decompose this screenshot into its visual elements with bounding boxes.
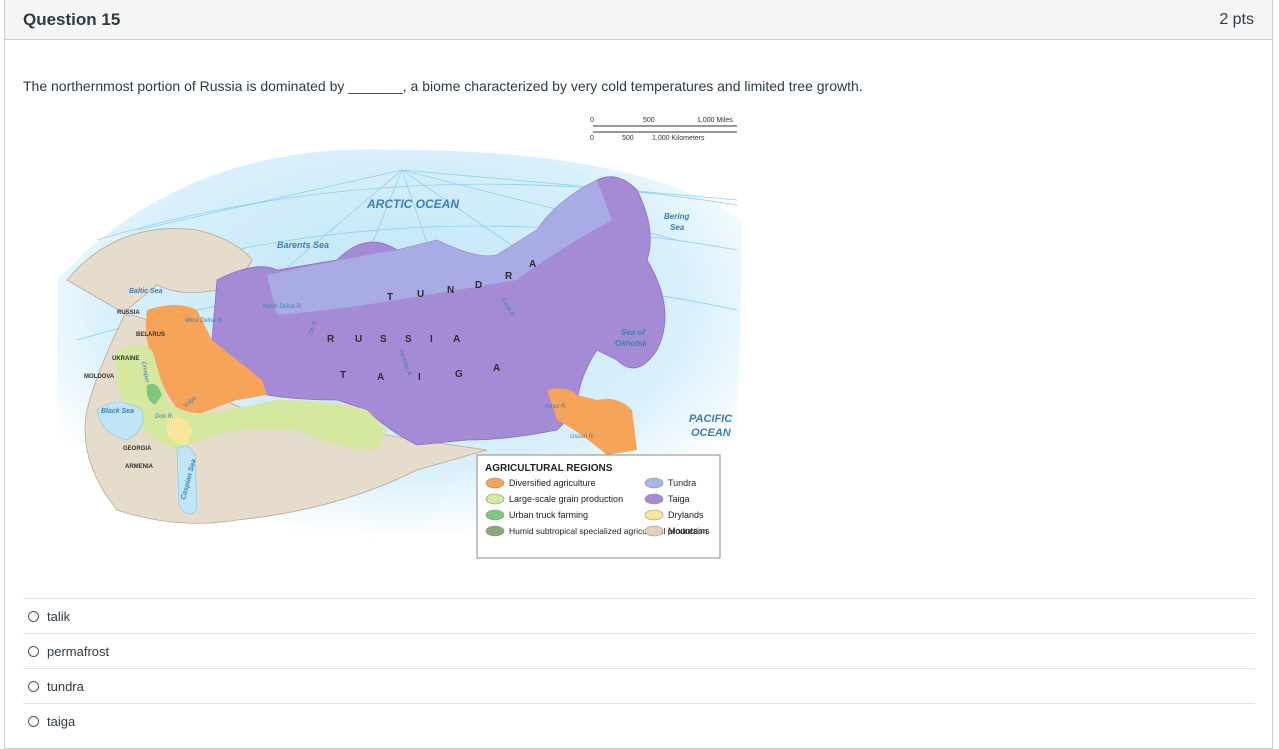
label-black-sea: Black Sea — [101, 408, 134, 415]
tundra-letter-5: R — [505, 271, 513, 282]
label-west-dvina: West Dvina R. — [185, 318, 223, 324]
legend-swatch-subtropical — [485, 525, 505, 537]
scale-km-500: 500 — [622, 135, 634, 142]
label-arctic-ocean: ARCTIC OCEAN — [366, 197, 459, 211]
answer-option-talik[interactable]: talik — [23, 598, 1255, 633]
answer-option-taiga[interactable]: taiga — [23, 703, 1255, 738]
label-baltic-sea: Baltic Sea — [129, 288, 163, 295]
scale-miles-1000: 1,000 Miles — [697, 117, 733, 124]
question-card: Question 15 2 pts The northernmost porti… — [4, 0, 1273, 749]
tundra-letter-6: A — [529, 259, 536, 270]
label-georgia: GEORGIA — [123, 446, 152, 452]
label-pacific-2: OCEAN — [691, 427, 732, 439]
answer-option-permafrost[interactable]: permafrost — [23, 633, 1255, 668]
legend-label-drylands: Drylands — [668, 510, 704, 520]
label-amur: Amur R. — [544, 404, 567, 410]
question-points: 2 pts — [1219, 10, 1254, 28]
answer-list: talik permafrost tundra taiga — [23, 598, 1255, 738]
label-ukraine: UKRAINE — [112, 356, 139, 362]
legend-swatch-tundra — [644, 477, 664, 489]
legend-label-truck: Urban truck farming — [509, 510, 588, 520]
question-header: Question 15 2 pts — [5, 0, 1272, 40]
label-bering: Bering — [664, 212, 689, 221]
legend-label-mountains: Mountains — [668, 526, 710, 536]
label-okhotsk: Sea of — [621, 328, 646, 337]
answer-label: talik — [47, 608, 71, 624]
scale-miles-500: 500 — [643, 117, 655, 124]
label-pacific: PACIFIC — [689, 413, 733, 425]
legend-label-diversified: Diversified agriculture — [509, 478, 596, 488]
answer-option-tundra[interactable]: tundra — [23, 668, 1255, 703]
radio-button[interactable] — [28, 715, 39, 727]
label-barents-sea: Barents Sea — [277, 240, 329, 250]
legend-label-grain: Large-scale grain production — [509, 494, 623, 504]
label-don: Don R. — [155, 414, 174, 420]
tundra-letter-2: U — [417, 289, 424, 300]
label-bering-2: Sea — [670, 223, 685, 232]
russia-letter-1: R — [327, 334, 335, 345]
taiga-letter-5: A — [493, 363, 500, 374]
taiga-letter-1: T — [340, 370, 346, 381]
russia-agriculture-map: 0 500 1,000 Miles 0 500 1,000 Kilometers… — [37, 110, 747, 560]
legend-swatch-taiga — [644, 493, 664, 505]
russia-letter-5: I — [430, 334, 433, 345]
map-legend: AGRICULTURAL REGIONS Diversified agricul… — [476, 454, 721, 559]
scale-km-0: 0 — [590, 135, 594, 142]
legend-swatch-truck — [485, 509, 505, 521]
radio-button[interactable] — [28, 680, 39, 692]
legend-swatch-grain — [485, 493, 505, 505]
answer-label: permafrost — [47, 643, 110, 659]
label-moldova: MOLDOVA — [84, 374, 115, 380]
label-russia-small: RUSSIA — [117, 310, 140, 316]
tundra-letter-4: D — [475, 280, 482, 291]
russia-letter-6: A — [453, 334, 460, 345]
legend-swatch-mountains — [644, 525, 664, 537]
question-text: The northernmost portion of Russia is do… — [23, 78, 863, 94]
label-belarus: BELARUS — [136, 332, 165, 338]
label-okhotsk-2: Okhotsk — [615, 339, 648, 348]
russia-letter-2: U — [355, 334, 362, 345]
radio-button[interactable] — [28, 610, 39, 622]
taiga-letter-2: A — [377, 372, 384, 383]
map-scale: 0 500 1,000 Miles 0 500 1,000 Kilometers — [590, 117, 737, 142]
label-armenia: ARMENIA — [125, 464, 154, 470]
russia-letter-3: S — [380, 334, 387, 345]
tundra-letter-1: T — [387, 292, 393, 303]
answer-label: tundra — [47, 678, 84, 694]
label-ussuri: Ussuri R. — [570, 434, 595, 440]
taiga-letter-4: G — [455, 369, 463, 380]
legend-label-tundra: Tundra — [668, 478, 696, 488]
radio-button[interactable] — [28, 645, 39, 657]
label-north-dvina: North Dvina R. — [263, 304, 302, 310]
answer-label: taiga — [47, 713, 76, 729]
taiga-letter-3: I — [418, 372, 421, 383]
question-title: Question 15 — [23, 9, 121, 29]
map-image: 0 500 1,000 Miles 0 500 1,000 Kilometers… — [57, 117, 742, 559]
legend-label-taiga: Taiga — [668, 494, 690, 504]
legend-swatch-drylands — [644, 509, 664, 521]
legend-swatch-diversified — [485, 477, 505, 489]
scale-km-1000: 1,000 Kilometers — [652, 135, 705, 142]
legend-title: AGRICULTURAL REGIONS — [485, 463, 613, 474]
tundra-letter-3: N — [447, 285, 454, 296]
russia-letter-4: S — [405, 334, 412, 345]
scale-miles-0: 0 — [590, 117, 594, 124]
